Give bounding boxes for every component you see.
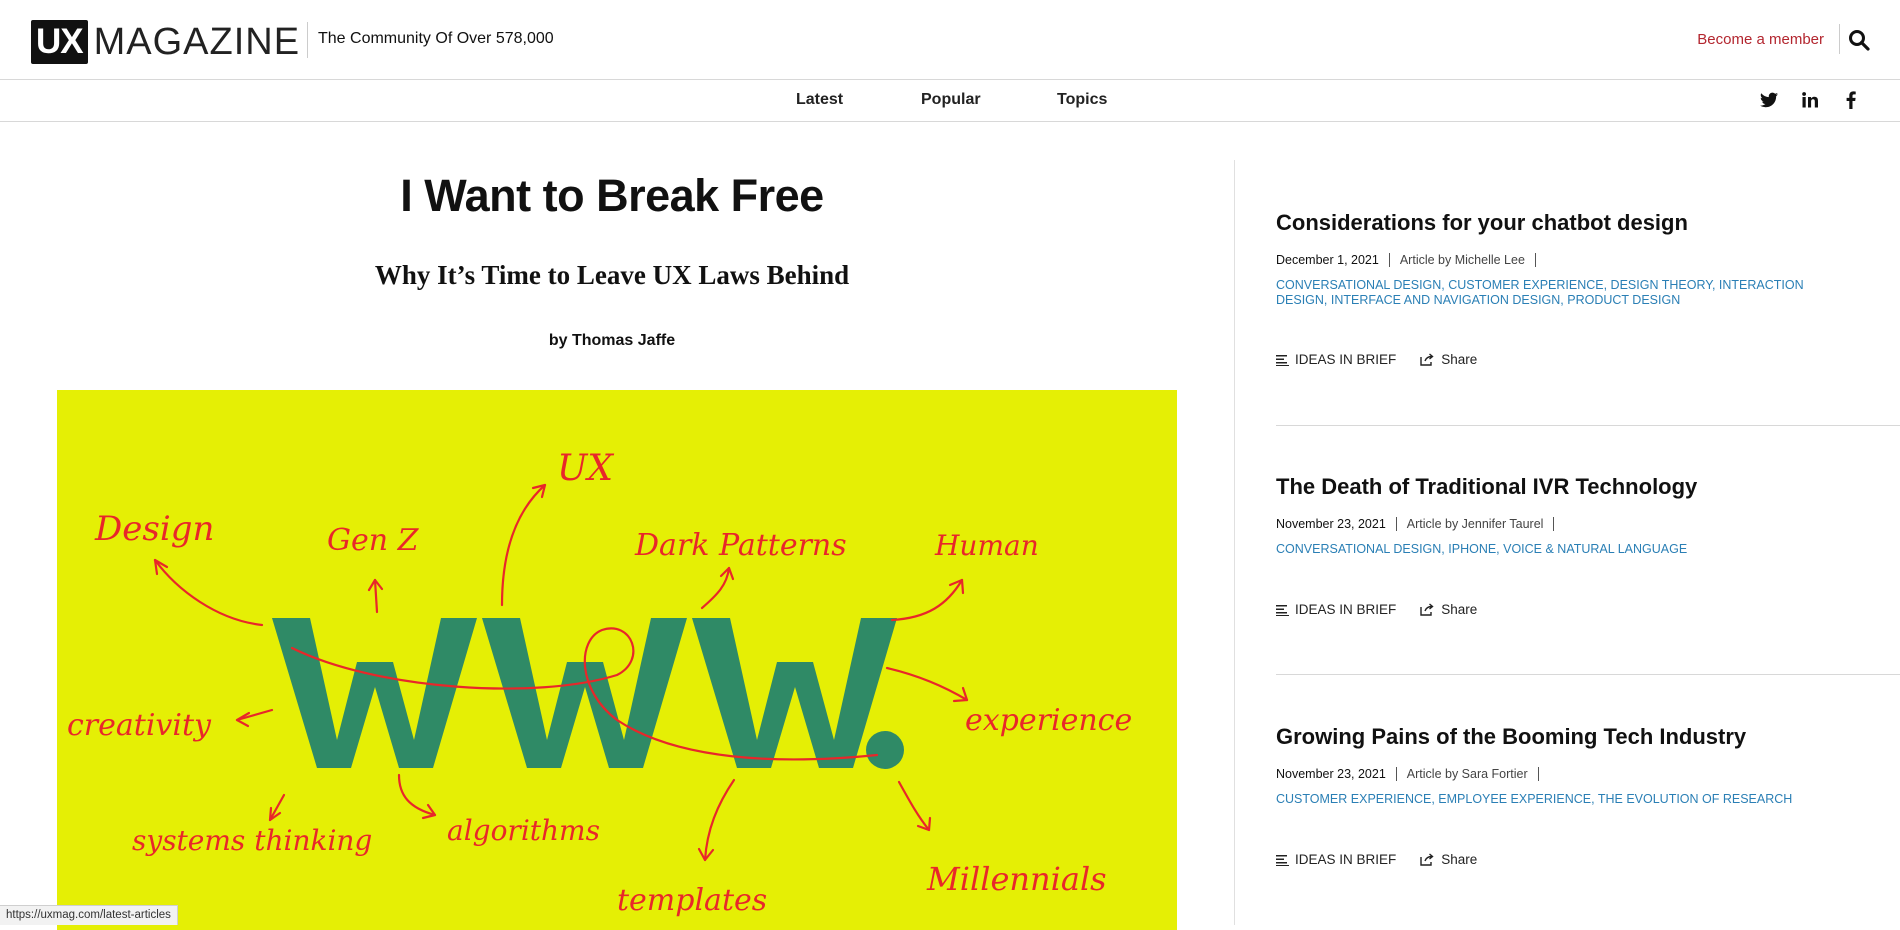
facebook-icon[interactable] xyxy=(1841,90,1861,110)
uxmag-logo[interactable]: UX MAGAZINE xyxy=(31,20,300,64)
hero-image: UX Design Gen Z Dark Patterns Human crea… xyxy=(57,390,1177,930)
svg-text:Gen Z: Gen Z xyxy=(327,523,420,558)
article-title: I Want to Break Free xyxy=(400,170,824,221)
card-date: November 23, 2021 xyxy=(1276,517,1386,531)
card-title[interactable]: Considerations for your chatbot design xyxy=(1276,210,1688,236)
svg-text:systems thinking: systems thinking xyxy=(132,824,372,857)
card-title[interactable]: Growing Pains of the Booming Tech Indust… xyxy=(1276,724,1746,750)
become-member-link[interactable]: Become a member xyxy=(1697,31,1824,48)
nav-popular[interactable]: Popular xyxy=(921,91,981,109)
list-icon xyxy=(1276,354,1289,366)
svg-text:UX: UX xyxy=(557,448,614,489)
meta-divider xyxy=(1537,767,1539,781)
card-separator xyxy=(1276,425,1900,426)
status-bar-url: https://uxmag.com/latest-articles xyxy=(0,905,178,925)
column-divider xyxy=(1234,160,1235,925)
list-icon xyxy=(1276,604,1289,616)
svg-text:Human: Human xyxy=(934,529,1039,562)
ideas-in-brief-button[interactable]: IDEAS IN BRIEF xyxy=(1276,602,1396,617)
meta-divider xyxy=(1534,253,1536,267)
article-subtitle: Why It’s Time to Leave UX Laws Behind xyxy=(374,260,850,290)
list-icon xyxy=(1276,854,1289,866)
card-separator xyxy=(1276,674,1900,675)
svg-text:Design: Design xyxy=(94,509,214,549)
share-button[interactable]: Share xyxy=(1420,352,1477,367)
main-nav: Latest Popular Topics xyxy=(0,80,1900,122)
card-author[interactable]: Article by Michelle Lee xyxy=(1400,253,1525,267)
card-actions: IDEAS IN BRIEF Share xyxy=(1276,352,1501,367)
svg-text:Dark Patterns: Dark Patterns xyxy=(634,528,847,563)
svg-text:templates: templates xyxy=(617,883,767,918)
svg-text:experience: experience xyxy=(965,703,1132,738)
share-icon xyxy=(1420,353,1434,366)
card-meta: November 23, 2021 Article by Sara Fortie… xyxy=(1276,767,1549,781)
card-tags[interactable]: CONVERSATIONAL DESIGN, CUSTOMER EXPERIEN… xyxy=(1276,278,1836,308)
share-label: Share xyxy=(1441,602,1478,617)
header-divider-right xyxy=(1839,24,1840,54)
twitter-icon[interactable] xyxy=(1759,90,1779,110)
logo-ux-mark: UX xyxy=(31,20,88,64)
header-divider xyxy=(307,22,308,58)
svg-text:algorithms: algorithms xyxy=(447,814,600,847)
card-actions: IDEAS IN BRIEF Share xyxy=(1276,602,1501,617)
card-tags[interactable]: CONVERSATIONAL DESIGN, IPHONE, VOICE & N… xyxy=(1276,542,1836,557)
ideas-in-brief-label: IDEAS IN BRIEF xyxy=(1295,352,1397,367)
card-date: November 23, 2021 xyxy=(1276,767,1386,781)
card-title[interactable]: The Death of Traditional IVR Technology xyxy=(1276,474,1697,500)
card-meta: November 23, 2021 Article by Jennifer Ta… xyxy=(1276,517,1564,531)
site-tagline: The Community Of Over 578,000 xyxy=(318,30,554,47)
svg-text:creativity: creativity xyxy=(67,708,212,743)
share-button[interactable]: Share xyxy=(1420,852,1477,867)
card-date: December 1, 2021 xyxy=(1276,253,1379,267)
linkedin-icon[interactable] xyxy=(1800,90,1820,110)
logo-wordmark: MAGAZINE xyxy=(93,20,301,63)
ideas-in-brief-button[interactable]: IDEAS IN BRIEF xyxy=(1276,352,1396,367)
ideas-in-brief-label: IDEAS IN BRIEF xyxy=(1295,602,1397,617)
share-icon xyxy=(1420,603,1434,616)
nav-latest[interactable]: Latest xyxy=(796,91,843,109)
card-meta: December 1, 2021 Article by Michelle Lee xyxy=(1276,253,1546,267)
nav-topics[interactable]: Topics xyxy=(1057,91,1107,109)
card-actions: IDEAS IN BRIEF Share xyxy=(1276,852,1501,867)
svg-text:Millennials: Millennials xyxy=(926,860,1107,898)
card-author[interactable]: Article by Jennifer Taurel xyxy=(1407,517,1544,531)
meta-divider xyxy=(1388,253,1390,267)
meta-divider xyxy=(1395,517,1397,531)
meta-divider xyxy=(1553,517,1555,531)
site-header: UX MAGAZINE The Community Of Over 578,00… xyxy=(0,0,1900,80)
card-tags[interactable]: CUSTOMER EXPERIENCE, EMPLOYEE EXPERIENCE… xyxy=(1276,792,1836,807)
share-label: Share xyxy=(1441,352,1478,367)
ideas-in-brief-button[interactable]: IDEAS IN BRIEF xyxy=(1276,852,1396,867)
meta-divider xyxy=(1395,767,1397,781)
search-icon[interactable] xyxy=(1848,29,1870,51)
share-label: Share xyxy=(1441,852,1478,867)
article-byline[interactable]: by Thomas Jaffe xyxy=(0,332,1224,350)
share-button[interactable]: Share xyxy=(1420,602,1477,617)
ideas-in-brief-label: IDEAS IN BRIEF xyxy=(1295,852,1397,867)
card-author[interactable]: Article by Sara Fortier xyxy=(1407,767,1528,781)
share-icon xyxy=(1420,853,1434,866)
